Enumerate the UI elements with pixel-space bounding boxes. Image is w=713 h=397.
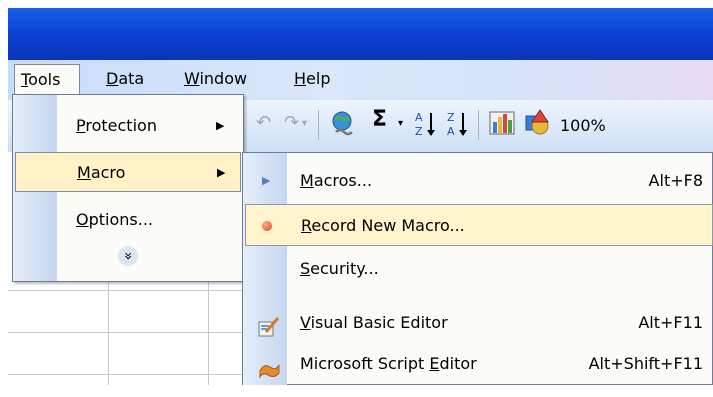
menu-item-macro[interactable]: Macro ▶	[15, 152, 241, 192]
zoom-box[interactable]: 100%	[560, 116, 606, 135]
worksheet-grid[interactable]	[8, 268, 248, 385]
drawing-icon[interactable]	[522, 108, 552, 138]
undo-icon[interactable]: ↶	[256, 112, 271, 133]
menu-data[interactable]: Data	[98, 64, 152, 94]
menu-item-visual-basic-editor[interactable]: Visual Basic Editor Alt+F11	[244, 302, 713, 344]
svg-text:A: A	[447, 125, 455, 138]
record-icon	[262, 221, 272, 231]
title-bar	[8, 8, 713, 60]
expand-menu-icon[interactable]: »	[118, 246, 138, 266]
menu-item-protection[interactable]: Protection ▶	[14, 106, 242, 146]
svg-text:A: A	[415, 111, 423, 124]
menu-item-options[interactable]: Options...	[14, 200, 242, 240]
menu-item-macros[interactable]: ▶ Macros... Alt+F8	[244, 160, 713, 202]
menu-item-microsoft-script-editor[interactable]: Microsoft Script Editor Alt+Shift+F11	[244, 343, 713, 385]
autosum-icon[interactable]: Σ	[372, 107, 387, 132]
script-editor-icon	[258, 355, 280, 379]
menu-item-security[interactable]: Security...	[244, 248, 713, 290]
submenu-arrow-icon: ▶	[216, 119, 225, 132]
insert-hyperlink-icon[interactable]	[330, 110, 354, 138]
menu-item-record-new-macro[interactable]: Record New Macro...	[245, 204, 713, 246]
toolbar-separator	[318, 110, 319, 140]
redo-icon[interactable]: ↷	[284, 112, 299, 133]
redo-dropdown-icon[interactable]: ▾	[302, 118, 307, 129]
svg-text:Z: Z	[415, 125, 423, 138]
sort-descending-icon[interactable]: Z A	[446, 108, 468, 140]
chart-wizard-icon[interactable]	[488, 108, 516, 138]
menu-window[interactable]: Window	[176, 64, 255, 94]
svg-text:Z: Z	[447, 111, 455, 124]
sort-ascending-icon[interactable]: A Z	[414, 108, 436, 140]
toolbar-separator	[478, 110, 479, 140]
menu-help[interactable]: Help	[286, 64, 338, 94]
vb-editor-icon	[258, 312, 280, 337]
menu-tools[interactable]: Tools	[14, 64, 80, 95]
submenu-arrow-icon: ▶	[217, 166, 226, 179]
autosum-dropdown-icon[interactable]: ▾	[398, 118, 403, 129]
play-icon: ▶	[262, 174, 271, 187]
